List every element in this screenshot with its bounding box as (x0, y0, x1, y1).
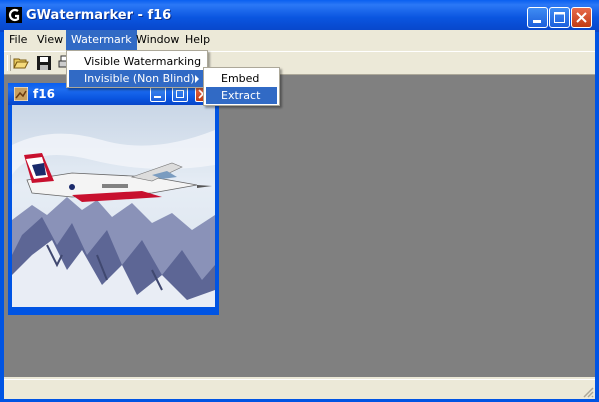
menu-file[interactable]: File (4, 30, 32, 50)
child-window-f16[interactable]: f16 (8, 83, 219, 315)
menu-item-visible-watermarking[interactable]: Visible Watermarking (69, 53, 205, 70)
maximize-icon (176, 90, 184, 98)
menu-item-invisible-non-blind[interactable]: Invisible (Non Blind) (69, 70, 205, 87)
child-window-title: f16 (33, 87, 55, 101)
child-maximize-button[interactable] (172, 86, 188, 102)
save-icon[interactable] (36, 55, 52, 71)
toolbar-grip[interactable] (7, 55, 11, 71)
close-icon (576, 12, 587, 23)
f16-image (12, 105, 215, 307)
status-bar (4, 379, 595, 399)
menu-window[interactable]: Window (131, 30, 184, 50)
main-window: GWatermarker - f16 File View Watermark W… (0, 0, 599, 402)
image-document-icon (14, 87, 28, 101)
submenu-arrow-icon (195, 75, 199, 83)
menu-item-invisible-label: Invisible (Non Blind) (84, 72, 195, 85)
maximize-button[interactable] (549, 7, 570, 28)
watermark-menu: Visible Watermarking Invisible (Non Blin… (66, 50, 208, 88)
window-title: GWatermarker - f16 (26, 8, 172, 23)
menu-watermark[interactable]: Watermark (66, 30, 137, 50)
menu-item-embed[interactable]: Embed (206, 70, 277, 87)
invisible-submenu: Embed Extract (203, 67, 280, 106)
child-minimize-button[interactable] (150, 86, 166, 102)
menu-view[interactable]: View (32, 30, 68, 50)
resize-grip-icon[interactable] (582, 386, 594, 398)
menu-help[interactable]: Help (180, 30, 215, 50)
title-bar[interactable]: GWatermarker - f16 (0, 0, 599, 32)
menu-item-extract[interactable]: Extract (206, 87, 277, 104)
maximize-icon (554, 12, 565, 23)
minimize-icon (154, 96, 161, 98)
app-icon (6, 7, 22, 23)
minimize-icon (533, 20, 541, 23)
minimize-button[interactable] (527, 7, 548, 28)
open-folder-icon[interactable] (13, 55, 29, 71)
close-button[interactable] (571, 7, 592, 28)
menu-bar: File View Watermark Window Help (4, 30, 595, 50)
mdi-workspace: f16 (4, 75, 595, 377)
